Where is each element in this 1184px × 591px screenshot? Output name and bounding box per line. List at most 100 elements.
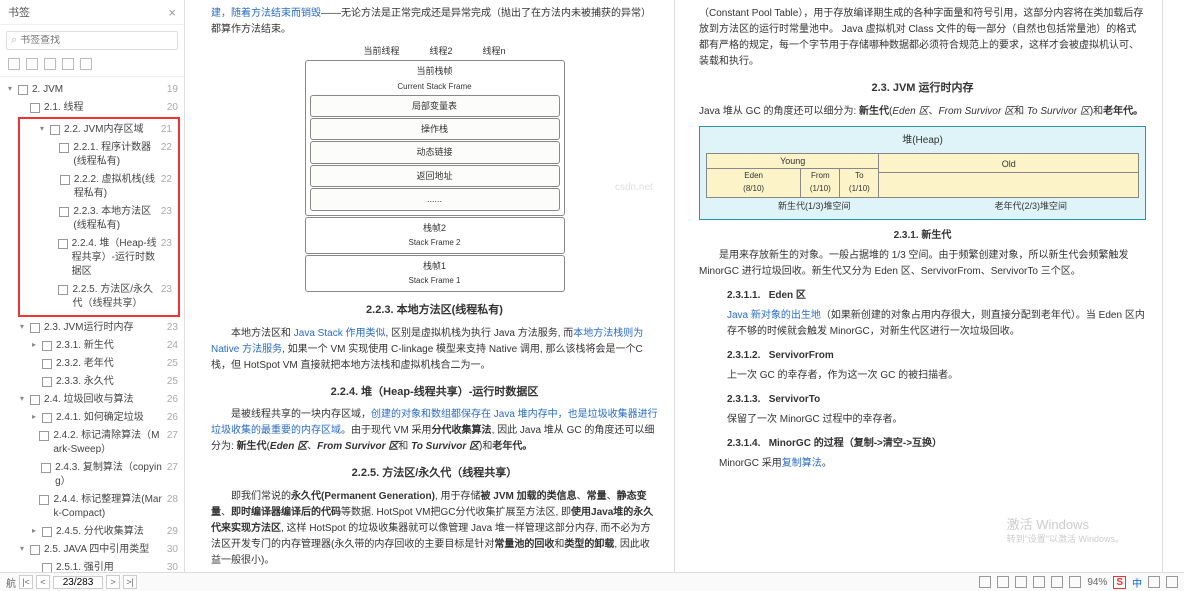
expand-icon[interactable]: ▾ <box>20 393 28 404</box>
bookmark-icon <box>39 495 49 505</box>
bookmark-item[interactable]: 2.2.5. 方法区/永久代（线程共享）23 <box>20 281 178 313</box>
bookmark-label: 2.2.1. 程序计数器(线程私有) <box>73 141 157 169</box>
bookmark-item[interactable]: 2.2.4. 堆（Heap-线程共享）-运行时数据区23 <box>20 235 178 281</box>
bookmark-icon <box>59 143 69 153</box>
fit-icon[interactable] <box>1015 576 1027 588</box>
bookmark-item[interactable]: ▾ 2.4. 垃圾回收与算法 26 <box>0 391 184 409</box>
bookmark-item[interactable]: ▾ 2.5. JAVA 四中引用类型 30 <box>0 541 184 559</box>
bookmark-label: 2.4. 垃圾回收与算法 <box>44 393 133 407</box>
bookmark-page: 27 <box>163 429 178 443</box>
bookmark-page: 26 <box>163 411 178 425</box>
bookmark-page: 25 <box>163 357 178 371</box>
heading-223: 2.2.3. 本地方法区(线程私有) <box>211 302 658 320</box>
tool-icon[interactable] <box>80 58 92 70</box>
heading-231: 2.3.1. 新生代 <box>699 228 1146 244</box>
bookmark-page: 20 <box>163 101 178 115</box>
expand-icon[interactable]: ▸ <box>32 525 40 536</box>
expand-icon[interactable]: ▸ <box>32 339 40 350</box>
rotate-icon[interactable] <box>1051 576 1063 588</box>
heading-23: 2.3. JVM 运行时内存 <box>699 80 1146 98</box>
first-page-button[interactable]: |< <box>19 575 33 589</box>
tray-icon[interactable] <box>1148 576 1160 588</box>
expand-icon[interactable]: ▾ <box>8 83 16 94</box>
bookmark-label: 2.3.3. 永久代 <box>56 375 114 389</box>
bookmark-icon <box>42 413 52 423</box>
bookmark-label: 2.5. JAVA 四中引用类型 <box>44 543 149 557</box>
expand-icon[interactable]: ▾ <box>20 543 28 554</box>
bookmark-page: 22 <box>157 141 172 155</box>
bookmark-item[interactable]: 2.3.3. 永久代 25 <box>0 373 184 391</box>
bookmark-item[interactable]: 2.2.3. 本地方法区(线程私有)23 <box>20 203 178 235</box>
expand-icon[interactable]: ▾ <box>20 321 28 332</box>
bookmark-icon <box>30 545 40 555</box>
collapse-all-icon[interactable] <box>26 58 38 70</box>
search-input[interactable] <box>20 35 173 46</box>
bookmark-item[interactable]: 2.1. 线程20 <box>0 99 184 117</box>
bookmark-item[interactable]: ▾2.2. JVM内存区域21 <box>20 121 178 139</box>
hand-icon[interactable] <box>997 576 1009 588</box>
sidebar-title: 书签 <box>8 4 168 20</box>
bookmark-icon <box>60 175 70 185</box>
bookmark-page: 29 <box>163 525 178 539</box>
bookmark-icon <box>58 239 68 249</box>
tray-icon[interactable] <box>1166 576 1178 588</box>
document-view: 建，随着方法结束而销毁——无论方法是正常完成还是异常完成（抛出了在方法内未被捕获… <box>185 0 1184 572</box>
next-page-button[interactable]: > <box>106 575 120 589</box>
bookmark-page: 30 <box>163 561 178 572</box>
bookmark-page: 30 <box>163 543 178 557</box>
tool-icon[interactable] <box>62 58 74 70</box>
bookmark-item[interactable]: 2.2.2. 虚拟机栈(线程私有)22 <box>20 171 178 203</box>
expand-icon[interactable]: ▾ <box>40 123 48 134</box>
windows-activation: 激活 Windows 转到"设置"以激活 Windows。 <box>1007 517 1124 546</box>
bookmark-label: 2.5.1. 强引用 <box>56 561 114 572</box>
bookmark-item[interactable]: 2.3.2. 老年代 25 <box>0 355 184 373</box>
nav-label: 航 <box>6 575 16 590</box>
bookmark-item[interactable]: 2.5.1. 强引用 30 <box>0 559 184 572</box>
bookmark-label: 2.2.4. 堆（Heap-线程共享）-运行时数据区 <box>72 237 157 279</box>
view-icon[interactable] <box>979 576 991 588</box>
layout-icon[interactable] <box>1033 576 1045 588</box>
bookmark-label: 2.3.2. 老年代 <box>56 357 114 371</box>
expand-all-icon[interactable] <box>8 58 20 70</box>
bookmark-item[interactable]: ▸ 2.4.5. 分代收集算法 29 <box>0 523 184 541</box>
bookmark-icon <box>42 377 52 387</box>
bookmark-item[interactable]: ▸ 2.3.1. 新生代 24 <box>0 337 184 355</box>
bookmark-search[interactable]: ⌕ <box>6 31 178 50</box>
bookmark-label: 2.4.5. 分代收集算法 <box>56 525 144 539</box>
more-icon[interactable] <box>1069 576 1081 588</box>
stack-diagram: 当前线程线程2线程n 当前栈帧Current Stack Frame 局部变量表… <box>305 44 565 292</box>
bookmark-page: 28 <box>163 493 178 507</box>
bookmark-item[interactable]: ▾2. JVM19 <box>0 81 184 99</box>
bookmark-item[interactable]: ▸ 2.4.1. 如何确定垃圾 26 <box>0 409 184 427</box>
bookmark-item[interactable]: 2.2.1. 程序计数器(线程私有)22 <box>20 139 178 171</box>
bookmark-page: 26 <box>163 393 178 407</box>
prev-page-button[interactable]: < <box>36 575 50 589</box>
ime-icon[interactable]: S <box>1113 576 1126 589</box>
bookmark-item[interactable]: ▾2.3. JVM运行时内存23 <box>0 319 184 337</box>
bookmarks-sidebar: 书签 × ⌕ ▾2. JVM192.1. 线程20 ▾2.2. JVM内存区域21… <box>0 0 185 572</box>
expand-icon[interactable]: ▸ <box>32 411 40 422</box>
bookmark-label: 2.3. JVM运行时内存 <box>44 321 133 335</box>
zoom-level[interactable]: 94% <box>1087 577 1107 588</box>
bookmark-page: 21 <box>157 123 172 137</box>
bookmark-page: 25 <box>163 375 178 389</box>
close-icon[interactable]: × <box>168 5 176 20</box>
last-page-button[interactable]: >| <box>123 575 137 589</box>
bookmark-item[interactable]: 2.4.3. 复制算法（copying）27 <box>0 459 184 491</box>
bookmark-tree: ▾2. JVM192.1. 线程20▾2.2. JVM内存区域212.2.1. … <box>0 77 184 572</box>
ime-lang[interactable]: 中 <box>1132 575 1142 590</box>
sidebar-tools <box>0 56 184 77</box>
bookmark-page: 24 <box>163 339 178 353</box>
bookmark-item[interactable]: 2.4.4. 标记整理算法(Mark-Compact)28 <box>0 491 184 523</box>
bookmark-label: 2.3.1. 新生代 <box>56 339 114 353</box>
bookmark-page: 27 <box>163 461 178 475</box>
bookmark-label: 2.4.1. 如何确定垃圾 <box>56 411 144 425</box>
page-number-input[interactable] <box>53 576 103 589</box>
bookmark-page: 23 <box>157 205 172 219</box>
bookmark-icon <box>39 431 49 441</box>
bookmark-label: 2.4.2. 标记清除算法（Mark-Sweep） <box>53 429 163 457</box>
bookmark-page: 22 <box>157 173 172 187</box>
bookmark-item[interactable]: 2.4.2. 标记清除算法（Mark-Sweep）27 <box>0 427 184 459</box>
tool-icon[interactable] <box>44 58 56 70</box>
bookmark-icon <box>30 323 40 333</box>
